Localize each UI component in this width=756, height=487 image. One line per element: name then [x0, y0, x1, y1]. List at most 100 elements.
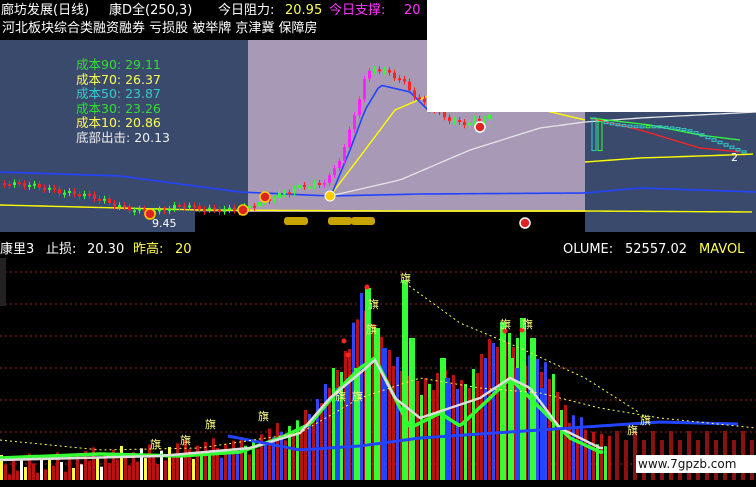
volume-bar — [556, 392, 559, 480]
volume-bar — [396, 357, 399, 480]
volume-bar — [140, 448, 143, 480]
volume-bar — [248, 454, 251, 480]
signal-flag-label: 旗 — [180, 433, 191, 447]
signal-badge — [351, 217, 375, 225]
candle — [258, 202, 261, 207]
candle — [58, 189, 61, 194]
stop-label: 止损: — [46, 242, 77, 257]
volume-bar — [40, 459, 43, 480]
volume-bar — [80, 464, 83, 480]
candle — [233, 207, 236, 211]
volume-bar — [536, 358, 539, 480]
candle — [98, 198, 101, 201]
candle — [13, 182, 16, 186]
cost-row-label: 成本10: — [76, 115, 122, 131]
candle — [418, 97, 421, 100]
signal-flag-label: 旗 — [368, 297, 379, 311]
volume-bar — [172, 456, 175, 480]
volume-bar — [96, 457, 99, 480]
volume-bar — [200, 455, 203, 480]
signal-badge — [284, 217, 308, 225]
candle — [93, 194, 96, 199]
resistance-label: 今日阻力: — [218, 3, 275, 18]
candle — [338, 160, 341, 169]
signal-marker — [259, 191, 271, 203]
volume-bar — [416, 381, 419, 480]
volume-bar — [292, 434, 295, 480]
volume-bar — [600, 433, 603, 480]
candle — [408, 81, 411, 91]
candle — [293, 188, 296, 193]
candle — [303, 184, 306, 187]
candle — [128, 206, 131, 211]
candle — [73, 191, 76, 195]
volume-bar — [100, 466, 103, 480]
candle — [358, 99, 361, 116]
volume-bar — [584, 429, 587, 480]
candle — [463, 121, 466, 126]
volume-bar — [460, 380, 463, 480]
candle — [228, 207, 231, 210]
candle — [288, 192, 291, 195]
candle — [118, 205, 121, 208]
candle — [163, 209, 166, 212]
signal-marker — [519, 217, 531, 229]
volume-bar — [464, 384, 467, 480]
signal-flag-label: 旗 — [366, 322, 377, 336]
candle — [183, 205, 186, 208]
cost-row-value: 23.87 — [121, 86, 161, 102]
candle — [273, 198, 276, 201]
watermark: www.7gpzb.com — [636, 455, 756, 473]
volume-bar — [324, 384, 327, 480]
candle — [43, 187, 46, 190]
volume-bar — [36, 473, 39, 480]
volume-bar — [564, 405, 567, 480]
volume-spike — [402, 280, 408, 480]
concept-tags: 河北板块综合类融资融券 亏损股 被举牌 京津冀 保障房 — [2, 21, 318, 36]
candle — [83, 193, 86, 197]
signal-flag-label: 旗 — [640, 413, 651, 427]
candle — [473, 118, 476, 123]
prev-high-value: 20 — [175, 242, 192, 257]
signal-flag-label: 旗 — [335, 389, 346, 403]
volume-bar — [68, 458, 71, 480]
candle — [403, 79, 406, 82]
volume-bar — [592, 431, 595, 480]
mavol-label: MAVOL — [699, 242, 745, 257]
volume-bar — [552, 374, 555, 480]
volume-bar — [232, 440, 235, 480]
volume-bar — [144, 458, 147, 480]
candle — [48, 187, 51, 190]
candle — [208, 207, 211, 210]
volume-bar — [92, 447, 95, 480]
volume-bar — [208, 451, 211, 480]
candle — [198, 205, 201, 210]
candle — [298, 184, 301, 189]
candle — [313, 182, 316, 187]
candle — [383, 69, 386, 72]
volume-bar — [572, 415, 575, 480]
cost-row: 成本30: 23.26 — [76, 100, 161, 116]
candle — [103, 198, 106, 201]
volume-spike — [508, 358, 514, 480]
volume-bar — [484, 358, 487, 480]
candle — [78, 194, 81, 197]
volume-label: OLUME: — [563, 242, 614, 257]
volume-bar — [452, 375, 455, 480]
volume-bar — [212, 438, 215, 480]
candle — [453, 119, 456, 122]
signal-flag-label: 旗 — [522, 317, 533, 331]
indicator-name: 康D全(250,3) — [109, 3, 193, 18]
signal-flag-label: 旗 — [627, 423, 638, 437]
stock-title: 廊坊发展(日线) — [1, 3, 90, 18]
cost-row-label: 成本30: — [76, 100, 122, 116]
signal-marker — [237, 204, 249, 216]
candle — [323, 182, 326, 185]
cost-row-value: 20.13 — [130, 130, 170, 145]
candle — [223, 208, 226, 212]
resistance-value: 20.95 — [285, 3, 323, 18]
volume-bar — [256, 448, 259, 480]
volume-bar — [392, 366, 395, 480]
volume-bar — [64, 471, 67, 480]
volume-chart[interactable]: 旗旗旗旗旗旗旗旗 旗旗旗旗旗 — [0, 238, 756, 487]
